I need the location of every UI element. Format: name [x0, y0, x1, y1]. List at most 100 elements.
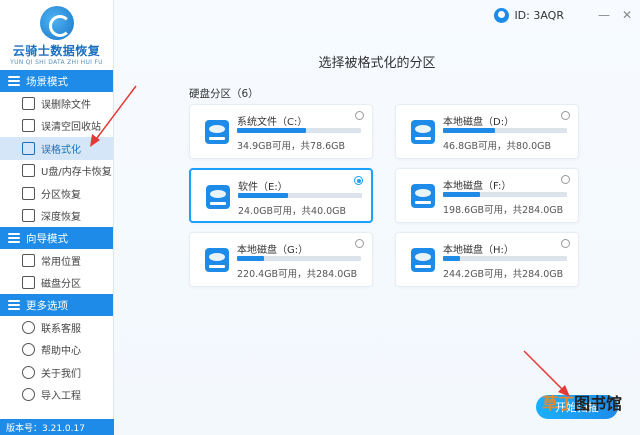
partition-name: 本地磁盘（D:）: [443, 117, 515, 128]
menu-icon: [8, 233, 20, 243]
title-bar: ID: 3AQR — ✕: [494, 0, 640, 30]
usage-bar: [238, 193, 362, 198]
sidebar-item-label: 联系客服: [41, 323, 81, 335]
partition-name: 软件（E:）: [238, 182, 288, 193]
usage-bar: [237, 256, 361, 261]
usage-bar: [237, 128, 361, 133]
sidebar-item-label: 深度恢复: [41, 212, 81, 224]
sidebar-item-label: 关于我们: [41, 368, 81, 380]
radio-icon[interactable]: [355, 111, 364, 120]
version-label: 版本号：3.21.0.17: [0, 419, 114, 435]
sidebar-item-help-center[interactable]: 帮助中心: [0, 339, 113, 362]
partition-name: 本地磁盘（F:）: [443, 181, 512, 192]
usage-fill: [443, 192, 481, 197]
section-wizard-mode: 向导模式: [0, 227, 113, 249]
watermark-accent: 草丁: [542, 394, 575, 413]
sidebar-item-disk-partitions[interactable]: 磁盘分区: [0, 272, 113, 295]
user-icon[interactable]: [494, 7, 510, 23]
sidebar-item-import-project[interactable]: 导入工程: [0, 384, 113, 407]
usage-fill: [238, 193, 288, 198]
watermark-rest: 图书馆: [574, 394, 623, 413]
radio-icon[interactable]: [561, 239, 570, 248]
radio-icon[interactable]: [561, 175, 570, 184]
sidebar-item-label: 误清空回收站: [41, 122, 101, 134]
sidebar-item-label: 磁盘分区: [41, 279, 81, 291]
recycle-bin-icon: [22, 119, 35, 133]
partition-card-g[interactable]: 本地磁盘（G:） 220.4GB可用，共284.0GB: [189, 232, 373, 287]
menu-icon: [8, 76, 20, 86]
deep-scan-icon: [22, 209, 35, 223]
user-id: ID: 3AQR: [514, 8, 564, 22]
sidebar-item-label: U盘/内存卡恢复: [41, 167, 112, 179]
sidebar-item-label: 导入工程: [41, 391, 81, 403]
partition-card-d[interactable]: 本地磁盘（D:） 46.8GB可用，共80.0GB: [395, 104, 579, 159]
sidebar-item-label: 误删除文件: [41, 99, 91, 111]
import-icon: [22, 388, 35, 402]
disk-icon: [411, 120, 435, 144]
usb-icon: [22, 164, 35, 178]
section-title: 场景模式: [26, 75, 68, 88]
partition-card-h[interactable]: 本地磁盘（H:） 244.2GB可用，共284.0GB: [395, 232, 579, 287]
partition-info: 198.6GB可用，共284.0GB: [443, 205, 564, 216]
usage-bar: [443, 256, 567, 261]
radio-icon[interactable]: [561, 111, 570, 120]
disk-icon: [205, 248, 229, 272]
watermark: 草丁图书馆: [542, 390, 622, 414]
section-title: 更多选项: [26, 299, 68, 312]
section-more-options: 更多选项: [0, 294, 113, 316]
sidebar-item-contact-support[interactable]: 联系客服: [0, 316, 113, 339]
logo-icon: [39, 6, 74, 40]
partition-info: 46.8GB可用，共80.0GB: [443, 141, 552, 152]
radio-icon[interactable]: [354, 176, 363, 185]
info-icon: [22, 365, 35, 379]
partition-card-c[interactable]: 系统文件（C:） 34.9GB可用，共78.6GB: [189, 104, 373, 159]
disk-icon: [22, 141, 35, 155]
app-logo: 云骑士数据恢复 YUN QI SHI DATA ZHI HUI FU: [0, 0, 113, 70]
partition-card-e[interactable]: 软件（E:） 24.0GB可用，共40.0GB: [189, 168, 373, 223]
app-name: 云骑士数据恢复: [12, 44, 101, 58]
disk-icon: [206, 185, 230, 209]
disk-icon: [411, 184, 435, 208]
usage-fill: [443, 256, 461, 261]
usage-bar: [443, 192, 567, 197]
sidebar-item-label: 常用位置: [41, 256, 81, 268]
disk-icon: [22, 276, 35, 290]
partition-info: 220.4GB可用，共284.0GB: [237, 269, 358, 280]
sidebar-item-deleted-files[interactable]: 误删除文件: [0, 92, 113, 115]
partition-info: 244.2GB可用，共284.0GB: [443, 269, 564, 280]
usage-fill: [237, 256, 265, 261]
usage-fill: [443, 128, 496, 133]
sidebar-item-usb-card[interactable]: U盘/内存卡恢复: [0, 160, 113, 183]
file-icon: [22, 96, 35, 110]
sidebar-item-label: 误格式化: [41, 144, 81, 156]
help-icon: [22, 343, 35, 357]
partition-info: 34.9GB可用，共78.6GB: [237, 141, 346, 152]
partition-icon: [22, 186, 35, 200]
partition-name: 本地磁盘（G:）: [237, 245, 309, 256]
headset-icon: [22, 320, 35, 334]
menu-icon: [8, 300, 20, 310]
minimize-icon[interactable]: —: [594, 5, 614, 25]
partition-name: 本地磁盘（H:）: [443, 245, 514, 256]
usage-bar: [443, 128, 567, 133]
sidebar-item-about-us[interactable]: 关于我们: [0, 361, 113, 384]
sidebar-item-common-locations[interactable]: 常用位置: [0, 249, 113, 272]
radio-icon[interactable]: [355, 239, 364, 248]
disk-icon: [205, 120, 229, 144]
partition-info: 24.0GB可用，共40.0GB: [238, 206, 347, 217]
sidebar-item-recycle-bin[interactable]: 误清空回收站: [0, 115, 113, 138]
main-panel: ID: 3AQR — ✕ 选择被格式化的分区 硬盘分区（6） 系统文件（C:） …: [114, 0, 640, 435]
section-scene-mode: 场景模式: [0, 70, 113, 92]
folder-icon: [22, 253, 35, 267]
disk-icon: [411, 248, 435, 272]
sidebar-item-label: 帮助中心: [41, 346, 81, 358]
sidebar-item-partition-recovery[interactable]: 分区恢复: [0, 182, 113, 205]
sidebar-item-deep-recovery[interactable]: 深度恢复: [0, 205, 113, 228]
app-subtitle: YUN QI SHI DATA ZHI HUI FU: [10, 59, 103, 66]
page-title: 选择被格式化的分区: [318, 56, 436, 71]
partition-card-f[interactable]: 本地磁盘（F:） 198.6GB可用，共284.0GB: [395, 168, 579, 223]
sidebar-item-format-recovery[interactable]: 误格式化: [0, 137, 113, 160]
sidebar-item-label: 分区恢复: [41, 189, 81, 201]
sidebar: 云骑士数据恢复 YUN QI SHI DATA ZHI HUI FU 场景模式 …: [0, 0, 114, 435]
close-icon[interactable]: ✕: [617, 5, 637, 25]
